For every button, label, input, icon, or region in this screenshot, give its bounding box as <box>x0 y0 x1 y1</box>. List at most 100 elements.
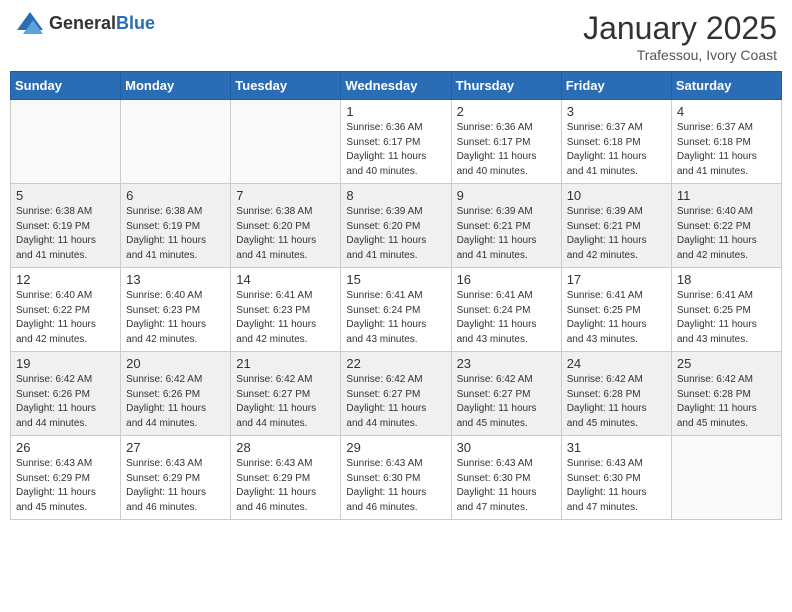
day-number: 4 <box>677 104 776 119</box>
month-title: January 2025 <box>583 10 777 47</box>
day-number: 3 <box>567 104 666 119</box>
calendar-day-cell: 11Sunrise: 6:40 AM Sunset: 6:22 PM Dayli… <box>671 184 781 268</box>
calendar-day-cell: 3 Sunrise: 6:37 AM Sunset: 6:18 PM Daylig… <box>561 100 671 184</box>
day-number: 26 <box>16 440 115 455</box>
calendar-day-cell: 13Sunrise: 6:40 AM Sunset: 6:23 PM Dayli… <box>121 268 231 352</box>
day-of-week-header: Monday <box>121 72 231 100</box>
calendar-day-cell: 23 Sunrise: 6:42 AM Sunset: 6:27 PM Dayli… <box>451 352 561 436</box>
day-number: 25 <box>677 356 776 371</box>
logo-blue: Blue <box>116 13 155 33</box>
day-number: 2 <box>457 104 556 119</box>
calendar-day-cell: 22Sunrise: 6:42 AM Sunset: 6:27 PM Dayli… <box>341 352 451 436</box>
calendar-day-cell: 7Sunrise: 6:38 AM Sunset: 6:20 PM Daylig… <box>231 184 341 268</box>
day-number: 20 <box>126 356 225 371</box>
day-number: 17 <box>567 272 666 287</box>
day-number: 21 <box>236 356 335 371</box>
day-info: Sunrise: 6:43 AM Sunset: 6:29 PM Dayligh… <box>126 457 225 515</box>
calendar-day-cell: 29 Sunrise: 6:43 AM Sunset: 6:30 PM Dayli… <box>341 436 451 520</box>
day-info: Sunrise: 6:41 AM Sunset: 6:24 PM Dayligh… <box>346 289 445 347</box>
calendar-day-cell: 19 Sunrise: 6:42 AM Sunset: 6:26 PM Dayli… <box>11 352 121 436</box>
day-info: Sunrise: 6:36 AM Sunset: 6:17 PM Dayligh… <box>457 121 556 179</box>
day-number: 10 <box>567 188 666 203</box>
day-info: Sunrise: 6:40 AM Sunset: 6:22 PM Dayligh… <box>16 289 115 347</box>
day-info: Sunrise: 6:38 AM Sunset: 6:20 PM Dayligh… <box>236 205 335 263</box>
calendar-day-cell: 12Sunrise: 6:40 AM Sunset: 6:22 PM Dayli… <box>11 268 121 352</box>
calendar-week-row: 12Sunrise: 6:40 AM Sunset: 6:22 PM Dayli… <box>11 268 782 352</box>
day-of-week-header: Wednesday <box>341 72 451 100</box>
calendar-day-cell: 31Sunrise: 6:43 AM Sunset: 6:30 PM Dayli… <box>561 436 671 520</box>
calendar-day-cell: 28Sunrise: 6:43 AM Sunset: 6:29 PM Dayli… <box>231 436 341 520</box>
day-number: 31 <box>567 440 666 455</box>
day-of-week-header: Thursday <box>451 72 561 100</box>
day-info: Sunrise: 6:37 AM Sunset: 6:18 PM Dayligh… <box>677 121 776 179</box>
day-number: 6 <box>126 188 225 203</box>
day-number: 1 <box>346 104 445 119</box>
day-number: 18 <box>677 272 776 287</box>
day-of-week-header: Saturday <box>671 72 781 100</box>
calendar-day-cell: 24 Sunrise: 6:42 AM Sunset: 6:28 PM Dayli… <box>561 352 671 436</box>
calendar-day-cell: 17 Sunrise: 6:41 AM Sunset: 6:25 PM Dayli… <box>561 268 671 352</box>
day-number: 28 <box>236 440 335 455</box>
day-of-week-header: Tuesday <box>231 72 341 100</box>
calendar-week-row: 1 Sunrise: 6:36 AM Sunset: 6:17 PM Daylig… <box>11 100 782 184</box>
day-info: Sunrise: 6:43 AM Sunset: 6:30 PM Dayligh… <box>346 457 445 515</box>
calendar-day-cell: 5Sunrise: 6:38 AM Sunset: 6:19 PM Daylig… <box>11 184 121 268</box>
day-info: Sunrise: 6:36 AM Sunset: 6:17 PM Dayligh… <box>346 121 445 179</box>
day-info: Sunrise: 6:42 AM Sunset: 6:26 PM Dayligh… <box>126 373 225 431</box>
day-number: 13 <box>126 272 225 287</box>
calendar-day-cell: 21 Sunrise: 6:42 AM Sunset: 6:27 PM Dayli… <box>231 352 341 436</box>
day-number: 8 <box>346 188 445 203</box>
calendar-day-cell <box>11 100 121 184</box>
day-info: Sunrise: 6:43 AM Sunset: 6:30 PM Dayligh… <box>457 457 556 515</box>
day-info: Sunrise: 6:42 AM Sunset: 6:28 PM Dayligh… <box>677 373 776 431</box>
calendar-header-row: SundayMondayTuesdayWednesdayThursdayFrid… <box>11 72 782 100</box>
day-number: 24 <box>567 356 666 371</box>
day-info: Sunrise: 6:41 AM Sunset: 6:25 PM Dayligh… <box>677 289 776 347</box>
day-number: 11 <box>677 188 776 203</box>
calendar-week-row: 5 Sunrise: 6:38 AM Sunset: 6:19 PM Daylig… <box>11 184 782 268</box>
day-info: Sunrise: 6:41 AM Sunset: 6:25 PM Dayligh… <box>567 289 666 347</box>
calendar-day-cell: 6 Sunrise: 6:38 AM Sunset: 6:19 PM Daylig… <box>121 184 231 268</box>
day-info: Sunrise: 6:42 AM Sunset: 6:27 PM Dayligh… <box>457 373 556 431</box>
calendar-day-cell <box>671 436 781 520</box>
day-info: Sunrise: 6:38 AM Sunset: 6:19 PM Dayligh… <box>126 205 225 263</box>
day-info: Sunrise: 6:39 AM Sunset: 6:20 PM Dayligh… <box>346 205 445 263</box>
day-number: 22 <box>346 356 445 371</box>
calendar-day-cell: 20 Sunrise: 6:42 AM Sunset: 6:26 PM Dayli… <box>121 352 231 436</box>
calendar-week-row: 19 Sunrise: 6:42 AM Sunset: 6:26 PM Dayli… <box>11 352 782 436</box>
logo-general: General <box>49 13 116 33</box>
day-info: Sunrise: 6:42 AM Sunset: 6:26 PM Dayligh… <box>16 373 115 431</box>
calendar-day-cell: 8 Sunrise: 6:39 AM Sunset: 6:20 PM Daylig… <box>341 184 451 268</box>
day-number: 5 <box>16 188 115 203</box>
logo: GeneralBlue <box>15 10 155 36</box>
logo-icon <box>15 10 45 36</box>
calendar-day-cell: 15 Sunrise: 6:41 AM Sunset: 6:24 PM Dayli… <box>341 268 451 352</box>
day-info: Sunrise: 6:39 AM Sunset: 6:21 PM Dayligh… <box>457 205 556 263</box>
day-info: Sunrise: 6:42 AM Sunset: 6:28 PM Dayligh… <box>567 373 666 431</box>
day-number: 29 <box>346 440 445 455</box>
day-of-week-header: Friday <box>561 72 671 100</box>
day-number: 16 <box>457 272 556 287</box>
calendar-day-cell: 18 Sunrise: 6:41 AM Sunset: 6:25 PM Dayli… <box>671 268 781 352</box>
calendar-day-cell: 4 Sunrise: 6:37 AM Sunset: 6:18 PM Daylig… <box>671 100 781 184</box>
calendar-day-cell: 9Sunrise: 6:39 AM Sunset: 6:21 PM Daylig… <box>451 184 561 268</box>
day-number: 14 <box>236 272 335 287</box>
calendar-day-cell: 10Sunrise: 6:39 AM Sunset: 6:21 PM Dayli… <box>561 184 671 268</box>
calendar-day-cell: 14Sunrise: 6:41 AM Sunset: 6:23 PM Dayli… <box>231 268 341 352</box>
calendar-day-cell: 26 Sunrise: 6:43 AM Sunset: 6:29 PM Dayli… <box>11 436 121 520</box>
day-info: Sunrise: 6:42 AM Sunset: 6:27 PM Dayligh… <box>236 373 335 431</box>
calendar-day-cell <box>231 100 341 184</box>
calendar-day-cell: 2 Sunrise: 6:36 AM Sunset: 6:17 PM Daylig… <box>451 100 561 184</box>
day-number: 27 <box>126 440 225 455</box>
calendar-day-cell: 25 Sunrise: 6:42 AM Sunset: 6:28 PM Dayli… <box>671 352 781 436</box>
page-header: GeneralBlue January 2025 Trafessou, Ivor… <box>10 10 782 63</box>
day-number: 15 <box>346 272 445 287</box>
calendar-day-cell <box>121 100 231 184</box>
day-info: Sunrise: 6:43 AM Sunset: 6:29 PM Dayligh… <box>16 457 115 515</box>
day-info: Sunrise: 6:41 AM Sunset: 6:24 PM Dayligh… <box>457 289 556 347</box>
day-number: 19 <box>16 356 115 371</box>
day-number: 23 <box>457 356 556 371</box>
day-info: Sunrise: 6:37 AM Sunset: 6:18 PM Dayligh… <box>567 121 666 179</box>
day-number: 30 <box>457 440 556 455</box>
calendar-day-cell: 1 Sunrise: 6:36 AM Sunset: 6:17 PM Daylig… <box>341 100 451 184</box>
